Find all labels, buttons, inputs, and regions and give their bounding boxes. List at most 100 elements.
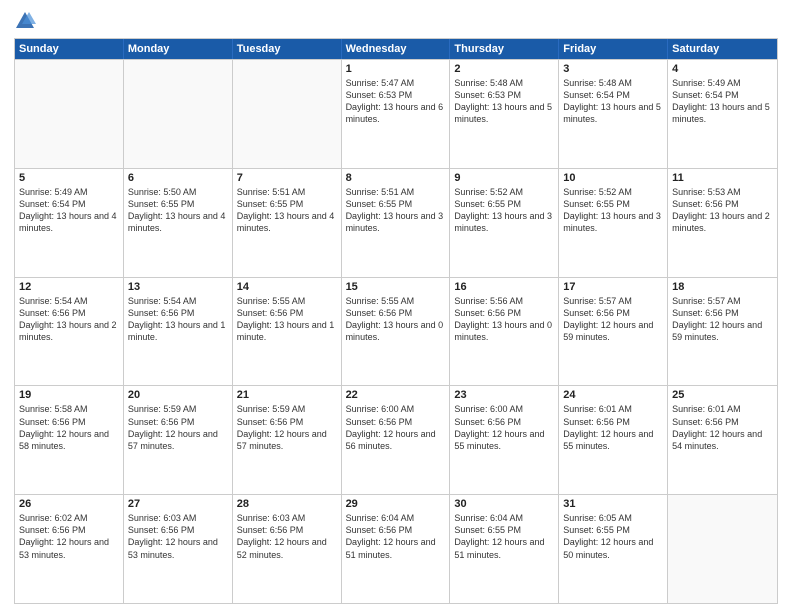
weekday-header-sunday: Sunday bbox=[15, 39, 124, 59]
calendar: SundayMondayTuesdayWednesdayThursdayFrid… bbox=[14, 38, 778, 604]
weekday-header-thursday: Thursday bbox=[450, 39, 559, 59]
day-number: 14 bbox=[237, 281, 337, 293]
day-info: Sunrise: 5:53 AMSunset: 6:56 PMDaylight:… bbox=[672, 186, 773, 235]
cal-cell: 24Sunrise: 6:01 AMSunset: 6:56 PMDayligh… bbox=[559, 386, 668, 494]
cal-cell: 5 Sunrise: 5:49 AMSunset: 6:54 PMDaylight… bbox=[15, 169, 124, 277]
day-number: 16 bbox=[454, 281, 554, 293]
day-info: Sunrise: 5:55 AMSunset: 6:56 PMDaylight:… bbox=[237, 295, 337, 344]
cal-cell bbox=[124, 60, 233, 168]
day-info: Sunrise: 6:04 AMSunset: 6:56 PMDaylight:… bbox=[346, 512, 446, 561]
day-info: Sunrise: 5:49 AMSunset: 6:54 PMDaylight:… bbox=[672, 77, 773, 126]
day-number: 15 bbox=[346, 281, 446, 293]
day-number: 22 bbox=[346, 389, 446, 401]
day-number: 7 bbox=[237, 172, 337, 184]
day-number: 18 bbox=[672, 281, 773, 293]
day-info: Sunrise: 5:49 AMSunset: 6:54 PMDaylight:… bbox=[19, 186, 119, 235]
cal-cell: 31 Sunrise: 6:05 AMSunset: 6:55 PMDayligh… bbox=[559, 495, 668, 603]
week-row-5: 26 Sunrise: 6:02 AMSunset: 6:56 PMDayligh… bbox=[15, 494, 777, 603]
day-number: 1 bbox=[346, 63, 446, 75]
day-info: Sunrise: 5:57 AMSunset: 6:56 PMDaylight:… bbox=[672, 295, 773, 344]
cal-cell: 14 Sunrise: 5:55 AMSunset: 6:56 PMDayligh… bbox=[233, 278, 342, 386]
day-info: Sunrise: 5:48 AMSunset: 6:54 PMDaylight:… bbox=[563, 77, 663, 126]
cal-cell: 13Sunrise: 5:54 AMSunset: 6:56 PMDayligh… bbox=[124, 278, 233, 386]
day-number: 23 bbox=[454, 389, 554, 401]
cal-cell: 4 Sunrise: 5:49 AMSunset: 6:54 PMDaylight… bbox=[668, 60, 777, 168]
day-number: 3 bbox=[563, 63, 663, 75]
day-info: Sunrise: 6:05 AMSunset: 6:55 PMDaylight:… bbox=[563, 512, 663, 561]
day-number: 29 bbox=[346, 498, 446, 510]
cal-cell: 10Sunrise: 5:52 AMSunset: 6:55 PMDayligh… bbox=[559, 169, 668, 277]
day-number: 24 bbox=[563, 389, 663, 401]
cal-cell: 25 Sunrise: 6:01 AMSunset: 6:56 PMDayligh… bbox=[668, 386, 777, 494]
cal-cell: 21 Sunrise: 5:59 AMSunset: 6:56 PMDayligh… bbox=[233, 386, 342, 494]
day-info: Sunrise: 5:51 AMSunset: 6:55 PMDaylight:… bbox=[237, 186, 337, 235]
day-number: 31 bbox=[563, 498, 663, 510]
day-info: Sunrise: 5:48 AMSunset: 6:53 PMDaylight:… bbox=[454, 77, 554, 126]
cal-cell: 16Sunrise: 5:56 AMSunset: 6:56 PMDayligh… bbox=[450, 278, 559, 386]
day-info: Sunrise: 6:00 AMSunset: 6:56 PMDaylight:… bbox=[346, 403, 446, 452]
calendar-header-row: SundayMondayTuesdayWednesdayThursdayFrid… bbox=[15, 39, 777, 59]
day-info: Sunrise: 5:57 AMSunset: 6:56 PMDaylight:… bbox=[563, 295, 663, 344]
day-info: Sunrise: 5:54 AMSunset: 6:56 PMDaylight:… bbox=[19, 295, 119, 344]
week-row-4: 19Sunrise: 5:58 AMSunset: 6:56 PMDayligh… bbox=[15, 385, 777, 494]
day-number: 20 bbox=[128, 389, 228, 401]
calendar-body: 1 Sunrise: 5:47 AMSunset: 6:53 PMDaylight… bbox=[15, 59, 777, 603]
cal-cell: 20 Sunrise: 5:59 AMSunset: 6:56 PMDayligh… bbox=[124, 386, 233, 494]
day-number: 21 bbox=[237, 389, 337, 401]
cal-cell: 30 Sunrise: 6:04 AMSunset: 6:55 PMDayligh… bbox=[450, 495, 559, 603]
week-row-2: 5 Sunrise: 5:49 AMSunset: 6:54 PMDaylight… bbox=[15, 168, 777, 277]
day-number: 26 bbox=[19, 498, 119, 510]
cal-cell: 18 Sunrise: 5:57 AMSunset: 6:56 PMDayligh… bbox=[668, 278, 777, 386]
cal-cell: 28 Sunrise: 6:03 AMSunset: 6:56 PMDayligh… bbox=[233, 495, 342, 603]
cal-cell: 26 Sunrise: 6:02 AMSunset: 6:56 PMDayligh… bbox=[15, 495, 124, 603]
day-number: 9 bbox=[454, 172, 554, 184]
day-info: Sunrise: 5:55 AMSunset: 6:56 PMDaylight:… bbox=[346, 295, 446, 344]
day-number: 4 bbox=[672, 63, 773, 75]
day-info: Sunrise: 6:00 AMSunset: 6:56 PMDaylight:… bbox=[454, 403, 554, 452]
cal-cell bbox=[668, 495, 777, 603]
day-info: Sunrise: 6:03 AMSunset: 6:56 PMDaylight:… bbox=[128, 512, 228, 561]
day-number: 28 bbox=[237, 498, 337, 510]
day-info: Sunrise: 6:04 AMSunset: 6:55 PMDaylight:… bbox=[454, 512, 554, 561]
day-number: 2 bbox=[454, 63, 554, 75]
weekday-header-friday: Friday bbox=[559, 39, 668, 59]
cal-cell: 1 Sunrise: 5:47 AMSunset: 6:53 PMDaylight… bbox=[342, 60, 451, 168]
cal-cell: 29 Sunrise: 6:04 AMSunset: 6:56 PMDayligh… bbox=[342, 495, 451, 603]
day-number: 8 bbox=[346, 172, 446, 184]
logo-icon bbox=[14, 10, 36, 32]
day-info: Sunrise: 5:51 AMSunset: 6:55 PMDaylight:… bbox=[346, 186, 446, 235]
day-info: Sunrise: 5:54 AMSunset: 6:56 PMDaylight:… bbox=[128, 295, 228, 344]
day-number: 12 bbox=[19, 281, 119, 293]
cal-cell bbox=[15, 60, 124, 168]
weekday-header-tuesday: Tuesday bbox=[233, 39, 342, 59]
cal-cell: 15 Sunrise: 5:55 AMSunset: 6:56 PMDayligh… bbox=[342, 278, 451, 386]
cal-cell: 11 Sunrise: 5:53 AMSunset: 6:56 PMDayligh… bbox=[668, 169, 777, 277]
day-number: 17 bbox=[563, 281, 663, 293]
day-number: 6 bbox=[128, 172, 228, 184]
weekday-header-wednesday: Wednesday bbox=[342, 39, 451, 59]
weekday-header-monday: Monday bbox=[124, 39, 233, 59]
day-number: 11 bbox=[672, 172, 773, 184]
cal-cell: 22 Sunrise: 6:00 AMSunset: 6:56 PMDayligh… bbox=[342, 386, 451, 494]
page-header bbox=[14, 10, 778, 32]
day-info: Sunrise: 5:50 AMSunset: 6:55 PMDaylight:… bbox=[128, 186, 228, 235]
day-info: Sunrise: 5:59 AMSunset: 6:56 PMDaylight:… bbox=[128, 403, 228, 452]
cal-cell: 19Sunrise: 5:58 AMSunset: 6:56 PMDayligh… bbox=[15, 386, 124, 494]
day-info: Sunrise: 6:01 AMSunset: 6:56 PMDaylight:… bbox=[672, 403, 773, 452]
day-number: 5 bbox=[19, 172, 119, 184]
day-info: Sunrise: 6:02 AMSunset: 6:56 PMDaylight:… bbox=[19, 512, 119, 561]
day-info: Sunrise: 5:59 AMSunset: 6:56 PMDaylight:… bbox=[237, 403, 337, 452]
day-info: Sunrise: 5:47 AMSunset: 6:53 PMDaylight:… bbox=[346, 77, 446, 126]
cal-cell: 17 Sunrise: 5:57 AMSunset: 6:56 PMDayligh… bbox=[559, 278, 668, 386]
day-info: Sunrise: 6:03 AMSunset: 6:56 PMDaylight:… bbox=[237, 512, 337, 561]
week-row-3: 12 Sunrise: 5:54 AMSunset: 6:56 PMDayligh… bbox=[15, 277, 777, 386]
day-number: 27 bbox=[128, 498, 228, 510]
day-number: 25 bbox=[672, 389, 773, 401]
day-number: 10 bbox=[563, 172, 663, 184]
day-number: 19 bbox=[19, 389, 119, 401]
cal-cell bbox=[233, 60, 342, 168]
cal-cell: 3 Sunrise: 5:48 AMSunset: 6:54 PMDaylight… bbox=[559, 60, 668, 168]
day-number: 30 bbox=[454, 498, 554, 510]
logo bbox=[14, 10, 40, 32]
cal-cell: 9Sunrise: 5:52 AMSunset: 6:55 PMDaylight… bbox=[450, 169, 559, 277]
